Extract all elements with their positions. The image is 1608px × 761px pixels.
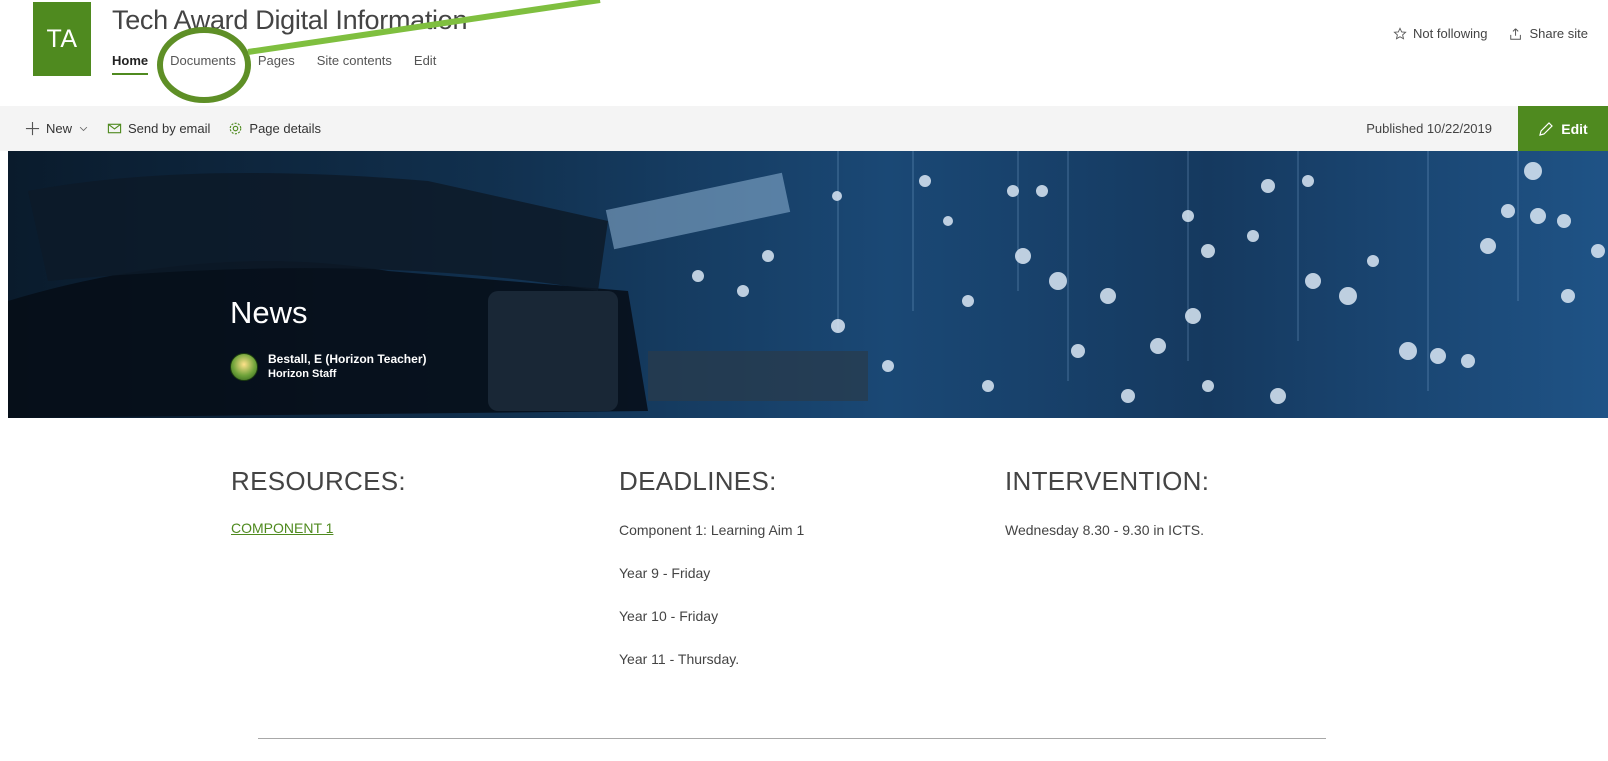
intervention-text: Wednesday 8.30 - 9.30 in ICTS. xyxy=(1005,522,1204,538)
gear-icon xyxy=(230,122,242,135)
nav-edit[interactable]: Edit xyxy=(414,53,436,75)
nav-documents[interactable]: Documents xyxy=(170,53,236,75)
component-1-link[interactable]: COMPONENT 1 xyxy=(231,520,333,536)
share-icon xyxy=(1510,27,1522,40)
chevron-down-icon xyxy=(79,126,88,132)
hero-title: News xyxy=(230,295,308,330)
deadline-item: Year 10 - Friday xyxy=(619,608,719,624)
edit-label: Edit xyxy=(1561,120,1588,137)
resources-section: RESOURCES: COMPONENT 1 xyxy=(231,466,406,538)
nav-home[interactable]: Home xyxy=(112,53,149,75)
author-avatar[interactable] xyxy=(230,353,258,381)
author-name[interactable]: Bestall, E (Horizon Teacher) xyxy=(268,352,426,367)
deadline-item: Year 9 - Friday xyxy=(619,565,711,581)
published-date: Published 10/22/2019 xyxy=(1366,121,1492,136)
star-icon xyxy=(1393,26,1407,40)
new-menu-button[interactable]: New xyxy=(25,121,89,136)
hero-banner: News Bestall, E (Horizon Teacher) Horizo… xyxy=(8,151,1608,418)
follow-button[interactable]: Not following xyxy=(1393,26,1487,41)
resources-heading: RESOURCES: xyxy=(231,466,406,496)
new-label: New xyxy=(46,121,73,136)
site-header: TA Tech Award Digital Information Home D… xyxy=(0,0,1608,106)
author-group: Horizon Staff xyxy=(268,368,337,380)
hero-author: Bestall, E (Horizon Teacher) Horizon Sta… xyxy=(230,352,426,382)
pencil-icon xyxy=(1539,121,1554,136)
send-by-email-label: Send by email xyxy=(128,121,211,136)
nav-pages[interactable]: Pages xyxy=(258,53,295,75)
intervention-heading: INTERVENTION: xyxy=(1005,466,1210,496)
section-divider xyxy=(258,738,1326,739)
page-details-button[interactable]: Page details xyxy=(228,121,321,136)
deadline-item: Year 11 - Thursday. xyxy=(619,651,740,667)
page-details-label: Page details xyxy=(249,121,321,136)
header-actions: Not following Share site xyxy=(1393,26,1588,41)
nav-site-contents[interactable]: Site contents xyxy=(317,53,392,75)
deadlines-heading: DEADLINES: xyxy=(619,466,777,496)
share-label: Share site xyxy=(1529,26,1588,41)
edit-page-button[interactable]: Edit xyxy=(1518,106,1608,151)
send-by-email-button[interactable]: Send by email xyxy=(107,121,210,136)
deadline-item: Component 1: Learning Aim 1 xyxy=(619,522,805,538)
site-navigation: Home Documents Pages Site contents Edit xyxy=(112,53,458,75)
follow-label: Not following xyxy=(1413,26,1488,41)
site-title[interactable]: Tech Award Digital Information xyxy=(112,5,467,36)
mail-icon xyxy=(107,123,122,134)
intervention-section: INTERVENTION: Wednesday 8.30 - 9.30 in I… xyxy=(1005,466,1209,550)
command-bar: New Send by email Page details Published… xyxy=(0,106,1608,151)
share-site-button[interactable]: Share site xyxy=(1509,26,1588,41)
author-info: Bestall, E (Horizon Teacher) Horizon Sta… xyxy=(268,352,426,382)
site-logo[interactable]: TA xyxy=(33,2,91,76)
deadlines-section: DEADLINES: Component 1: Learning Aim 1 Y… xyxy=(619,466,804,679)
plus-icon xyxy=(25,121,40,136)
command-bar-left: New Send by email Page details xyxy=(25,106,321,151)
